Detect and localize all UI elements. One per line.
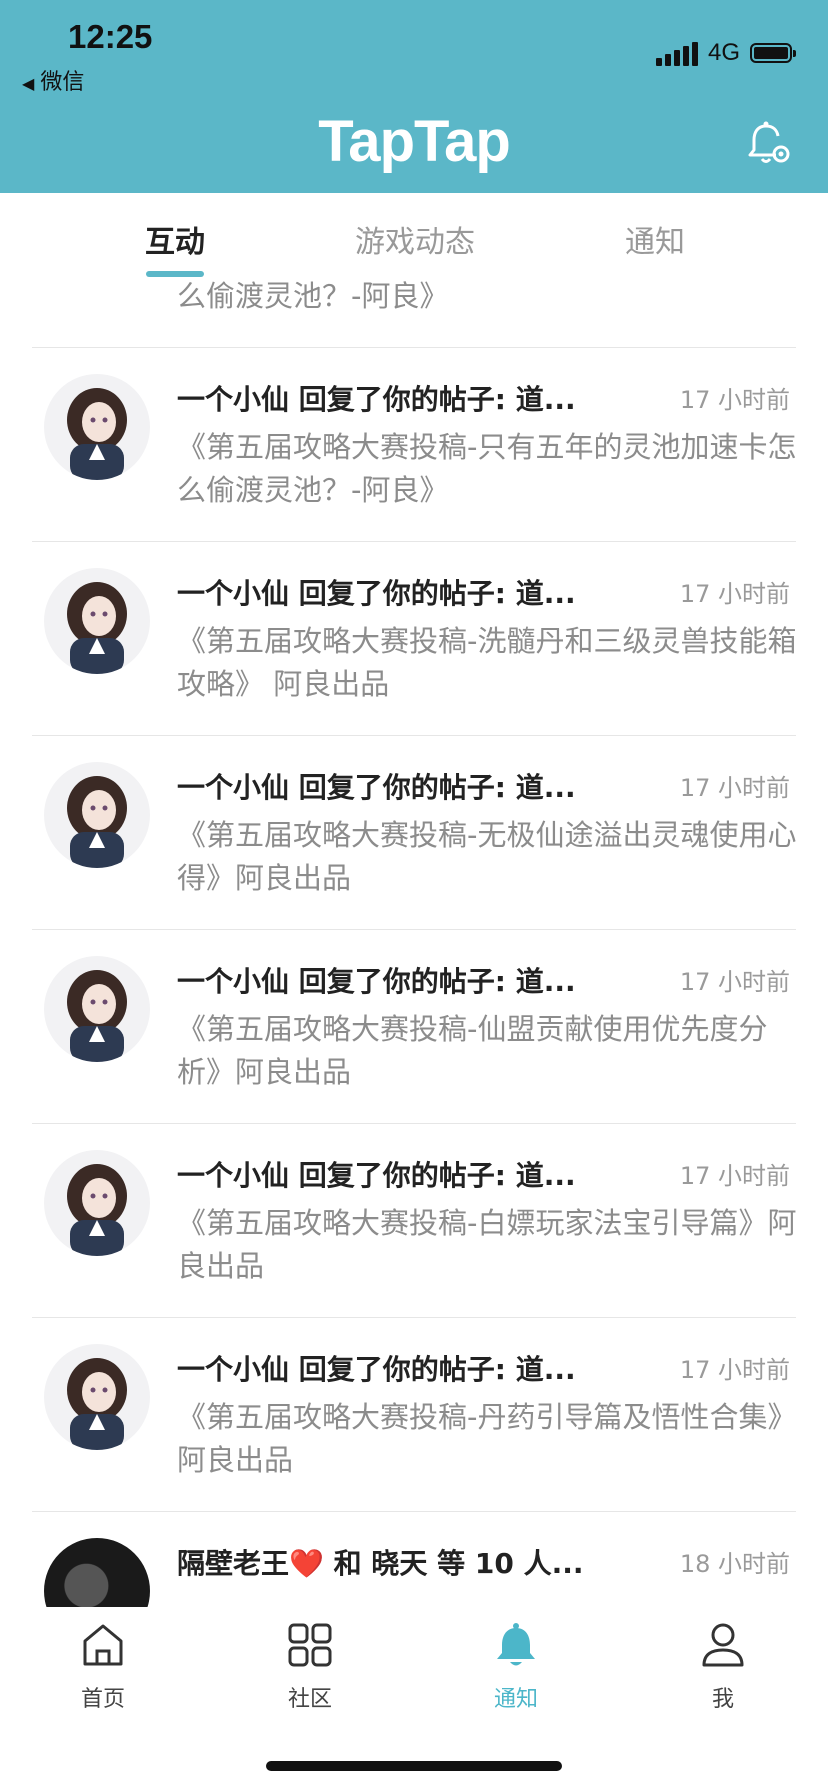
user-icon — [702, 1623, 744, 1667]
list-item[interactable]: 一个小仙 回复了你的帖子: 道... 17 小时前 《第五届攻略大赛投稿-仙盟贡… — [0, 930, 828, 1124]
notification-desc: 《第五届攻略大赛投稿-洗髓丹和三级灵兽技能箱攻略》 阿良出品 — [177, 624, 797, 701]
brand-logo: TapTap — [318, 109, 511, 174]
notification-desc: 《第五届攻略大赛投稿-丹药引导篇及悟性合集》 阿良出品 — [177, 1400, 797, 1477]
notification-settings-icon[interactable] — [746, 120, 792, 168]
list-item[interactable]: 隔壁老王❤️ 和 晓天 等 10 人... 18 小时前 — [0, 1512, 828, 1607]
back-to-wechat[interactable]: ◀ 微信 — [22, 64, 84, 96]
notification-title: 一个小仙 回复了你的帖子: 道... — [177, 577, 576, 610]
avatar[interactable] — [44, 956, 150, 1062]
notification-time: 17 小时前 — [679, 580, 790, 608]
notification-desc: 《第五届攻略大赛投稿-只有五年的灵池加速卡怎么偷渡灵池？-阿良》 — [177, 279, 449, 313]
status-indicators: 4G — [655, 38, 796, 68]
nav-me[interactable]: 我 — [663, 1621, 783, 1713]
tab-notices[interactable]: 通知 — [610, 217, 700, 261]
list-item[interactable]: 一个小仙 回复了你的帖子: 道... 17 小时前 《第五届攻略大赛投稿-白嫖玩… — [0, 1124, 828, 1318]
notification-desc: 《第五届攻略大赛投稿-只有五年的灵池加速卡怎么偷渡灵池？-阿良》 — [177, 430, 797, 507]
notification-title: 一个小仙 回复了你的帖子: 道... — [177, 965, 576, 998]
avatar[interactable] — [44, 1150, 150, 1256]
list-item[interactable]: 一个小仙 回复了你的帖子: 道... 17 小时前 《第五届攻略大赛投稿-无极仙… — [0, 736, 828, 930]
status-time: 12:25 — [68, 18, 153, 55]
notification-title: 隔壁老王❤️ 和 晓天 等 10 人... — [177, 1547, 584, 1580]
notification-desc: 《第五届攻略大赛投稿-仙盟贡献使用优先度分析》阿良出品 — [177, 1012, 768, 1089]
avatar[interactable] — [44, 1344, 150, 1450]
notification-time: 17 小时前 — [679, 1356, 790, 1384]
notification-list[interactable]: 《第五届攻略大赛投稿-只有五年的灵池加速卡怎么偷渡灵池？-阿良》 一个小仙 回复… — [0, 277, 828, 1607]
avatar[interactable] — [44, 1538, 150, 1607]
back-label: 微信 — [40, 70, 85, 95]
avatar[interactable] — [44, 568, 150, 674]
notification-title: 一个小仙 回复了你的帖子: 道... — [177, 383, 576, 416]
back-triangle-icon: ◀ — [22, 74, 35, 93]
app-header: 12:25 ◀ 微信 4G TapTap — [0, 0, 828, 193]
list-item[interactable]: 一个小仙 回复了你的帖子: 道... 17 小时前 《第五届攻略大赛投稿-丹药引… — [0, 1318, 828, 1512]
home-icon — [83, 1624, 123, 1666]
avatar[interactable] — [44, 762, 150, 868]
nav-notifications-label: 通知 — [493, 1687, 538, 1712]
list-item[interactable]: 一个小仙 回复了你的帖子: 道... 17 小时前 《第五届攻略大赛投稿-洗髓丹… — [0, 542, 828, 736]
notification-time: 17 小时前 — [679, 386, 790, 414]
notification-desc: 《第五届攻略大赛投稿-无极仙途溢出灵魂使用心得》阿良出品 — [177, 818, 797, 895]
notification-desc: 《第五届攻略大赛投稿-白嫖玩家法宝引导篇》阿良出品 — [177, 1206, 797, 1283]
nav-me-label: 我 — [711, 1687, 734, 1712]
avatar[interactable] — [44, 277, 150, 286]
tab-interaction[interactable]: 互动 — [130, 217, 220, 261]
avatar[interactable] — [44, 374, 150, 480]
tab-bar: 互动 游戏动态 通知 — [0, 193, 828, 277]
nav-home-label: 首页 — [80, 1687, 125, 1712]
nav-community-label: 社区 — [287, 1687, 332, 1712]
nav-home[interactable]: 首页 — [43, 1621, 163, 1713]
notification-time: 17 小时前 — [679, 774, 790, 802]
notification-title: 一个小仙 回复了你的帖子: 道... — [177, 1353, 576, 1386]
notification-time: 17 小时前 — [679, 1162, 790, 1190]
community-grid-icon — [288, 1623, 332, 1667]
list-item[interactable]: 《第五届攻略大赛投稿-只有五年的灵池加速卡怎么偷渡灵池？-阿良》 — [0, 277, 828, 348]
notification-title: 一个小仙 回复了你的帖子: 道... — [177, 1159, 576, 1192]
home-indicator[interactable] — [266, 1761, 562, 1771]
bell-icon — [497, 1623, 535, 1666]
signal-icon — [655, 40, 698, 66]
list-item[interactable]: 一个小仙 回复了你的帖子: 道... 17 小时前 《第五届攻略大赛投稿-只有五… — [0, 348, 828, 542]
notification-time: 18 小时前 — [679, 1550, 790, 1578]
network-type: 4G — [707, 39, 740, 66]
notification-time: 17 小时前 — [679, 968, 790, 996]
tab-game-news[interactable]: 游戏动态 — [340, 217, 490, 261]
notification-title: 一个小仙 回复了你的帖子: 道... — [177, 771, 576, 804]
nav-community[interactable]: 社区 — [250, 1621, 370, 1713]
battery-icon — [750, 43, 796, 63]
nav-notifications[interactable]: 通知 — [456, 1621, 576, 1713]
